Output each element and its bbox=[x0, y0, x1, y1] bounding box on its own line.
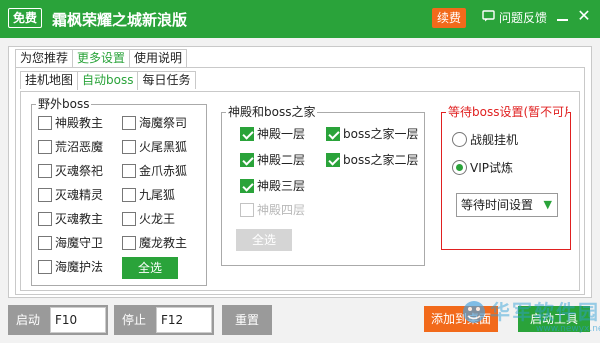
radio-warship-hangup[interactable]: 战舰挂机 bbox=[452, 131, 518, 148]
checkbox-box[interactable] bbox=[240, 126, 254, 141]
temple-checkbox-disabled: 神殿四层 bbox=[240, 201, 305, 218]
radio-circle[interactable] bbox=[452, 160, 467, 175]
start-hotkey-group: 启动 F10 bbox=[8, 305, 108, 335]
start-hotkey-field[interactable]: F10 bbox=[50, 307, 106, 333]
temple-checkbox[interactable]: 神殿二层 bbox=[240, 151, 305, 168]
app-title: 霜枫荣耀之城新浪版 bbox=[52, 11, 188, 29]
bottom-bar: 启动 F10 停止 F12 重置 添加到桌面 启动工具 bbox=[0, 300, 600, 340]
radio-vip-trial[interactable]: VIP试炼 bbox=[452, 159, 513, 176]
feedback-label: 问题反馈 bbox=[499, 11, 548, 25]
tab-auto-boss[interactable]: 自动boss bbox=[77, 71, 139, 90]
add-to-desktop-button[interactable]: 添加到桌面 bbox=[424, 306, 498, 332]
checkbox-box[interactable] bbox=[38, 235, 52, 250]
checkbox-box[interactable] bbox=[38, 211, 52, 226]
top-tab-bar: 为您推荐 更多设置 使用说明 bbox=[15, 49, 188, 68]
stop-button[interactable]: 停止 bbox=[114, 305, 154, 335]
settings-panel: 挂机地图 自动boss 每日任务 野外boss 神殿教主 荒沼恶魔 灭魂祭祀 灭… bbox=[15, 67, 585, 295]
stop-hotkey-field[interactable]: F12 bbox=[156, 307, 212, 333]
checkbox-box[interactable] bbox=[38, 163, 52, 178]
boss-checkbox[interactable]: 灭魂祭祀 bbox=[38, 162, 103, 179]
sub-tab-bar: 挂机地图 自动boss 每日任务 bbox=[20, 71, 196, 90]
minimize-icon bbox=[557, 19, 568, 21]
temple-checkbox[interactable]: 神殿一层 bbox=[240, 125, 305, 142]
boss-checkbox[interactable]: 灭魂精灵 bbox=[38, 186, 103, 203]
boss-checkbox[interactable]: 荒沼恶魔 bbox=[38, 138, 103, 155]
renew-button[interactable]: 续费 bbox=[432, 8, 466, 28]
checkbox-box[interactable] bbox=[122, 163, 136, 178]
tab-hangup-map[interactable]: 挂机地图 bbox=[20, 71, 79, 89]
waiting-boss-group: 等待boss设置(暂不可用 战舰挂机 VIP试炼 等待时间设置 ▼ bbox=[441, 105, 571, 250]
chevron-down-icon: ▼ bbox=[543, 198, 552, 211]
start-tool-button[interactable]: 启动工具 bbox=[518, 306, 590, 332]
select-all-temple-button: 全选 bbox=[236, 229, 292, 251]
tab-instructions[interactable]: 使用说明 bbox=[129, 49, 188, 67]
boss-checkbox[interactable]: 海魔守卫 bbox=[38, 234, 103, 251]
wild-boss-legend: 野外boss bbox=[36, 97, 92, 111]
checkbox-box[interactable] bbox=[122, 187, 136, 202]
boss-checkbox[interactable]: 金爪赤狐 bbox=[122, 162, 187, 179]
feedback-button[interactable]: 问题反馈 bbox=[482, 9, 547, 26]
checkbox-box[interactable] bbox=[326, 152, 340, 167]
checkbox-box[interactable] bbox=[122, 139, 136, 154]
checkbox-box bbox=[240, 202, 254, 217]
waiting-boss-legend: 等待boss设置(暂不可用 bbox=[446, 105, 568, 119]
checkbox-box[interactable] bbox=[326, 126, 340, 141]
tab-recommend[interactable]: 为您推荐 bbox=[15, 49, 74, 67]
checkbox-box[interactable] bbox=[38, 115, 52, 130]
boss-checkbox[interactable]: 灭魂教主 bbox=[38, 210, 103, 227]
title-bar: 免费 霜枫荣耀之城新浪版 续费 问题反馈 ✕ bbox=[0, 0, 600, 38]
checkbox-box[interactable] bbox=[240, 152, 254, 167]
checkbox-box[interactable] bbox=[38, 187, 52, 202]
boss-home-checkbox[interactable]: boss之家二层 bbox=[326, 151, 418, 168]
wild-boss-group: 野外boss 神殿教主 荒沼恶魔 灭魂祭祀 灭魂精灵 灭魂教主 海魔守卫 海魔护… bbox=[31, 97, 207, 286]
boss-checkbox[interactable]: 海魔祭司 bbox=[122, 114, 187, 131]
boss-checkbox[interactable]: 魔龙教主 bbox=[122, 234, 187, 251]
checkbox-box[interactable] bbox=[122, 115, 136, 130]
checkbox-box[interactable] bbox=[38, 139, 52, 154]
boss-home-checkbox[interactable]: boss之家一层 bbox=[326, 125, 418, 142]
boss-checkbox[interactable]: 火龙王 bbox=[122, 210, 175, 227]
minimize-button[interactable] bbox=[556, 8, 570, 26]
wait-time-value: 等待时间设置 bbox=[461, 198, 534, 212]
boss-checkbox[interactable]: 九尾狐 bbox=[122, 186, 175, 203]
free-badge: 免费 bbox=[8, 8, 42, 28]
app-window: 免费 霜枫荣耀之城新浪版 续费 问题反馈 ✕ 为您推荐 更多设置 使用说明 挂机… bbox=[0, 0, 600, 340]
checkbox-box[interactable] bbox=[38, 259, 52, 274]
tab-more-settings[interactable]: 更多设置 bbox=[72, 49, 131, 68]
temple-boss-group: 神殿和boss之家 神殿一层 boss之家一层 神殿二层 boss之家二层 神殿… bbox=[221, 105, 425, 266]
main-content: 为您推荐 更多设置 使用说明 挂机地图 自动boss 每日任务 野外boss 神… bbox=[8, 46, 592, 298]
stop-hotkey-group: 停止 F12 bbox=[114, 305, 214, 335]
start-button[interactable]: 启动 bbox=[8, 305, 48, 335]
temple-boss-legend: 神殿和boss之家 bbox=[226, 105, 318, 119]
temple-checkbox[interactable]: 神殿三层 bbox=[240, 177, 305, 194]
reset-button[interactable]: 重置 bbox=[222, 305, 272, 335]
boss-checkbox[interactable]: 火尾黑狐 bbox=[122, 138, 187, 155]
boss-checkbox[interactable]: 神殿教主 bbox=[38, 114, 103, 131]
checkbox-box[interactable] bbox=[122, 235, 136, 250]
tab-daily-tasks[interactable]: 每日任务 bbox=[137, 71, 196, 89]
radio-circle[interactable] bbox=[452, 132, 467, 147]
auto-boss-panel: 野外boss 神殿教主 荒沼恶魔 灭魂祭祀 灭魂精灵 灭魂教主 海魔守卫 海魔护… bbox=[20, 91, 580, 291]
checkbox-box[interactable] bbox=[122, 211, 136, 226]
select-all-wild-button[interactable]: 全选 bbox=[122, 257, 178, 279]
chat-icon bbox=[482, 10, 495, 25]
close-button[interactable]: ✕ bbox=[576, 6, 592, 26]
checkbox-box[interactable] bbox=[240, 178, 254, 193]
boss-checkbox[interactable]: 海魔护法 bbox=[38, 258, 103, 275]
wait-time-select[interactable]: 等待时间设置 ▼ bbox=[456, 193, 558, 217]
